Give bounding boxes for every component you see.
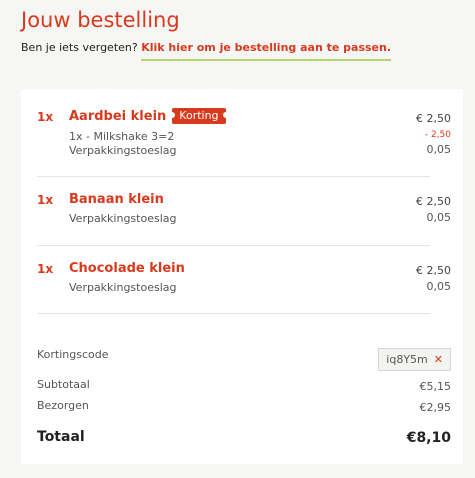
item-option: 1x - Milkshake 3=2 bbox=[69, 130, 175, 143]
total-value: €8,10 bbox=[406, 430, 451, 446]
forgot-prompt: Ben je iets vergeten? bbox=[21, 41, 138, 54]
packaging-fee-label: Verpakkingstoeslag bbox=[69, 212, 177, 225]
packaging-fee-price: 0,05 bbox=[426, 280, 452, 293]
item-name: Banaan klein bbox=[69, 192, 164, 207]
subtotal-label: Subtotaal bbox=[37, 378, 90, 391]
divider bbox=[37, 313, 430, 314]
packaging-fee-price: 0,05 bbox=[426, 211, 452, 224]
subtotal-value: €5,15 bbox=[419, 380, 452, 393]
discount-code-label: Kortingscode bbox=[37, 348, 109, 361]
applied-discount-code: iq8Y5m ✕ bbox=[378, 348, 451, 371]
divider bbox=[37, 245, 430, 246]
forgot-something-line: Ben je iets vergeten? Klik hier om je be… bbox=[21, 41, 392, 61]
item-discount-price: - 2,50 bbox=[424, 130, 451, 140]
divider bbox=[37, 176, 430, 177]
order-summary-card: 1x Aardbei klein Korting € 2,50 1x - Milk… bbox=[21, 89, 463, 464]
item-name: Chocolade klein bbox=[69, 261, 185, 276]
item-price: € 2,50 bbox=[416, 264, 451, 277]
item-quantity: 1x bbox=[37, 262, 54, 276]
close-icon[interactable]: ✕ bbox=[434, 353, 443, 366]
item-price: € 2,50 bbox=[416, 112, 451, 125]
discount-code-value: iq8Y5m bbox=[386, 353, 428, 366]
discount-badge: Korting bbox=[169, 108, 229, 124]
item-quantity: 1x bbox=[37, 193, 54, 207]
edit-order-link[interactable]: Klik hier om je bestelling aan te passen… bbox=[141, 41, 392, 61]
item-name: Aardbei klein Korting bbox=[69, 108, 229, 125]
page-title: Jouw bestelling bbox=[21, 8, 180, 32]
packaging-fee-price: 0,05 bbox=[426, 143, 452, 156]
delivery-value: €2,95 bbox=[419, 401, 452, 414]
total-label: Totaal bbox=[37, 429, 85, 445]
item-quantity: 1x bbox=[37, 110, 54, 124]
delivery-label: Bezorgen bbox=[37, 399, 89, 412]
packaging-fee-label: Verpakkingstoeslag bbox=[69, 144, 177, 157]
item-price: € 2,50 bbox=[416, 195, 451, 208]
packaging-fee-label: Verpakkingstoeslag bbox=[69, 281, 177, 294]
